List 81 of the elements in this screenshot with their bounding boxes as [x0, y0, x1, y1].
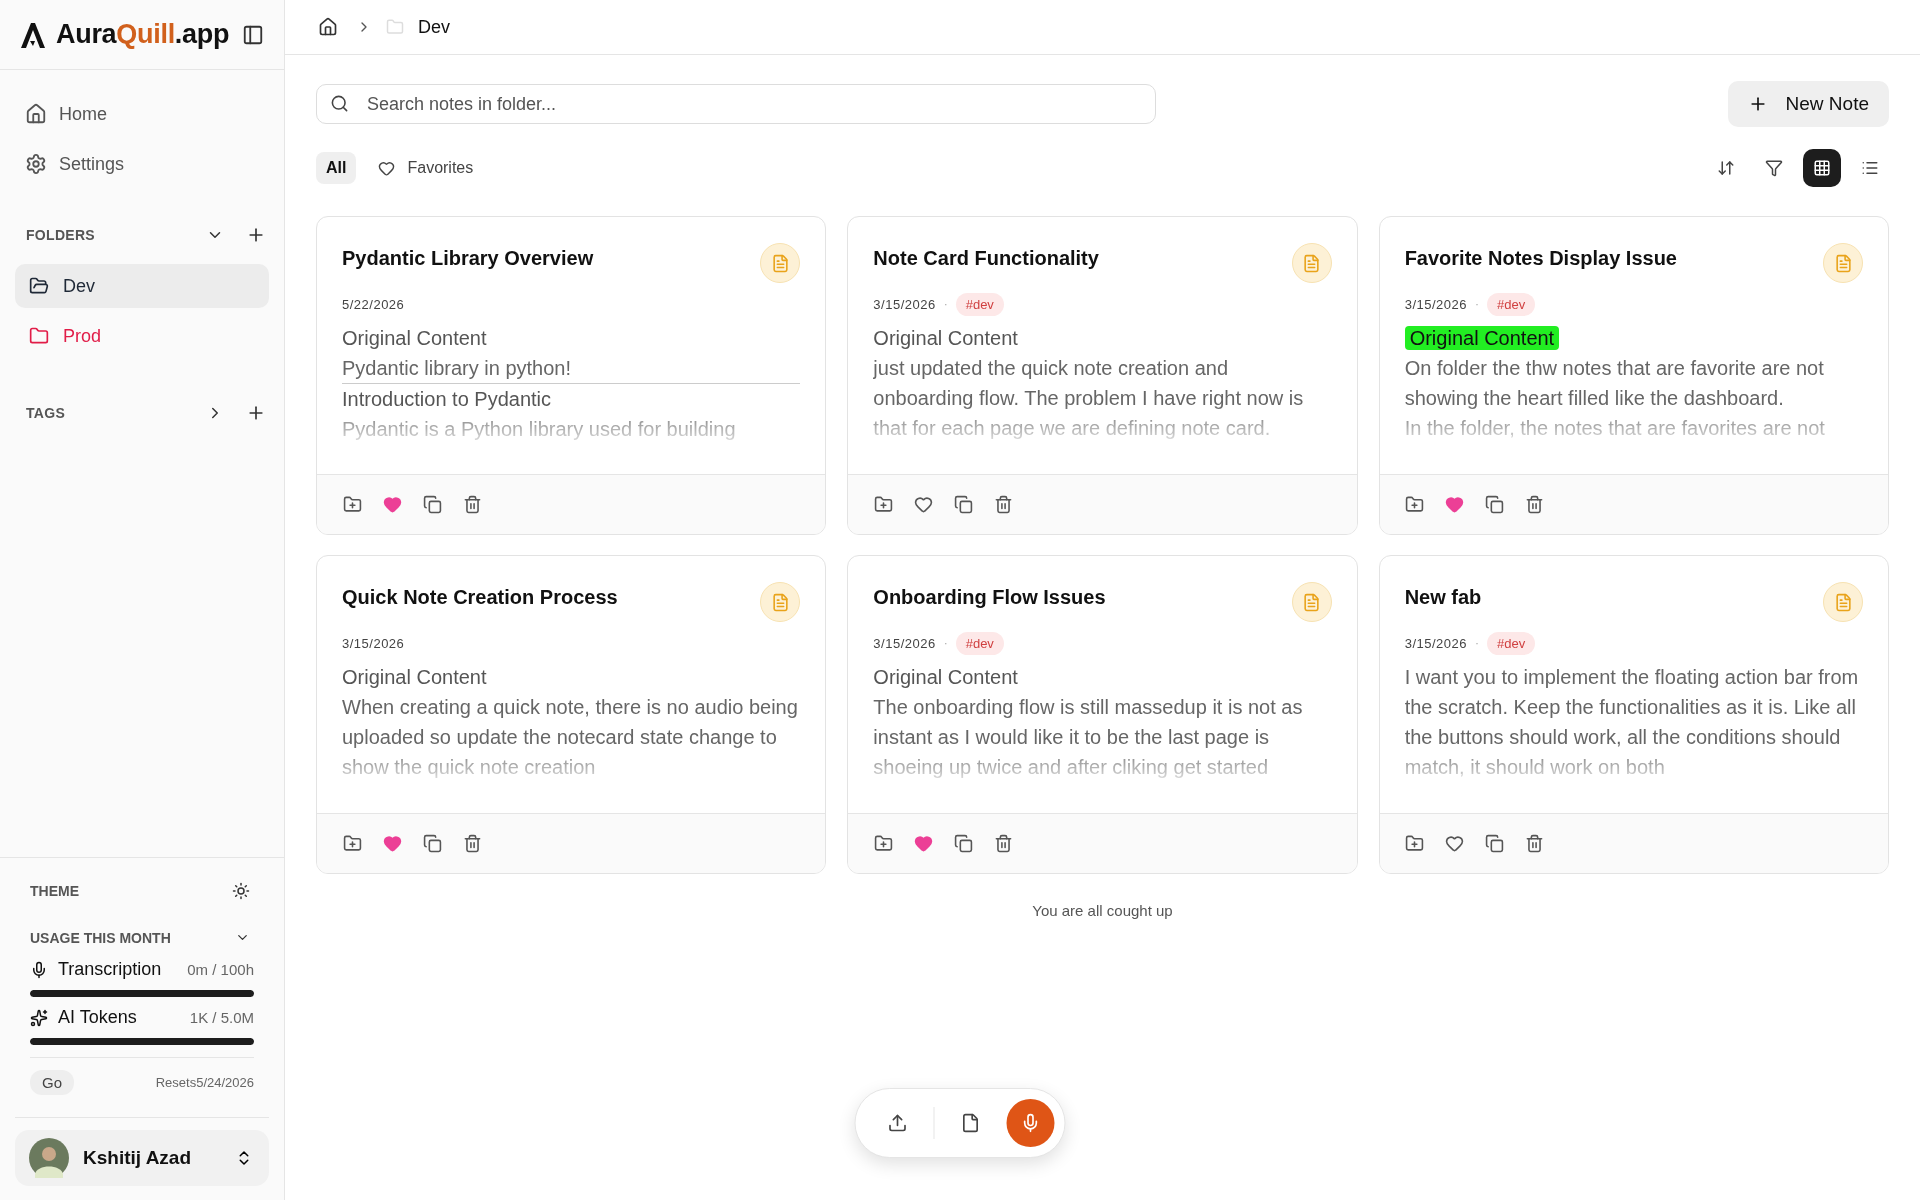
document-icon	[1823, 582, 1863, 622]
folder-icon	[29, 276, 49, 296]
note-title: New fab	[1404, 586, 1482, 609]
note-title: Note Card Functionality	[873, 247, 1099, 270]
document-icon	[760, 582, 801, 622]
content-heading: Original Content	[342, 327, 487, 349]
note-tag: #dev	[955, 631, 1004, 655]
filter-tab[interactable]: Favorites	[368, 152, 484, 184]
separator-dot: ·	[943, 297, 948, 311]
note-date: 5/22/2026	[342, 296, 405, 312]
grid-view-icon[interactable]	[1803, 149, 1841, 187]
meter-reading: 0m / 100h	[187, 961, 254, 978]
separator-dot: ·	[1475, 636, 1479, 650]
section-title: USAGE THIS MONTH	[30, 929, 171, 946]
note-excerpt: When creating a quick note, there is no audio being uploaded so update the notecard state change to show the quick note creation	[342, 695, 799, 780]
note-date: 3/15/2026	[873, 296, 936, 312]
note-title: Favorite Notes Display Issue	[1404, 247, 1677, 270]
document-icon	[760, 243, 801, 283]
meter-reading: 1K / 5.0M	[189, 1009, 254, 1026]
microphone-icon	[30, 960, 48, 979]
note-card[interactable]	[1378, 216, 1889, 535]
note-card[interactable]	[847, 555, 1358, 874]
note-title: Quick Note Creation Process	[342, 586, 618, 609]
note-excerpt: Pydantic is a Python library used for building	[342, 417, 737, 442]
meter-label: AI Tokens	[58, 1007, 138, 1028]
section-title: THEME	[30, 883, 79, 899]
filter-tab[interactable]: All	[316, 152, 357, 184]
content-heading: Original Content	[873, 666, 1018, 688]
section-title: FOLDERS	[26, 227, 95, 243]
separator-dot: ·	[943, 636, 948, 650]
document-icon	[1291, 582, 1332, 622]
note-card[interactable]: Quick Note Creation Process 3/15/2026 Original Content When creating a quick note, there is no audio being uploaded so update the notecard state change to show the quick note creation	[316, 555, 827, 874]
home-icon	[25, 103, 47, 125]
end-message: You are all cought up	[1032, 902, 1173, 919]
note-card[interactable]: Note Card Functionality 3/15/2026 · #dev Original Content just updated the quick note creation and onboarding flow. The problem I have right now is that for each page we are defining note card.	[847, 216, 1358, 535]
folder-item[interactable]: Prod	[15, 314, 269, 358]
folder-icon	[29, 326, 49, 346]
note-excerpt: On folder the thw notes that are favorite are not showing the heart filled like the dashboard.	[1404, 356, 1825, 411]
note-card[interactable]	[1378, 555, 1889, 874]
content-heading: Original Content	[1404, 326, 1560, 350]
breadcrumb-item: Dev	[418, 16, 450, 38]
section-title: TAGS	[26, 405, 66, 421]
separator-dot: ·	[1475, 297, 1479, 311]
heart-icon	[378, 159, 396, 177]
document-icon	[1291, 243, 1332, 283]
note-date: 3/15/2026	[342, 635, 405, 651]
search-icon	[330, 94, 349, 113]
new-note-button[interactable]: New Note	[1727, 81, 1889, 127]
folder-item[interactable]: Dev	[15, 264, 269, 308]
note-card[interactable]: Pydantic Library Overview 5/22/2026 Original Content Pydantic library in python! Introduction to Pydantic Pydantic is a Python library used for building	[316, 216, 827, 535]
note-tag: #dev	[1487, 292, 1536, 316]
avatar	[29, 1138, 69, 1178]
app-name: AuraQuill.app	[56, 19, 230, 50]
note-tag: #dev	[955, 292, 1004, 316]
meter-label: Transcription	[58, 959, 163, 980]
nav-link[interactable]: Home	[15, 92, 269, 136]
note-excerpt: In the folder, the notes that are favorites are not	[1404, 416, 1826, 441]
note-excerpt: I want you to implement the floating action bar from the scratch. Keep the functionalities as it is. Like all the buttons should work, all the conditions should match, it should work on both	[1404, 665, 1860, 780]
note-date: 3/15/2026	[1404, 635, 1467, 651]
reset-date: Resets5/24/2026	[155, 1075, 254, 1090]
note-title: Onboarding Flow Issues	[873, 586, 1106, 609]
search-field[interactable]: Search notes in folder...	[316, 84, 1156, 124]
note-tag: #dev	[1487, 631, 1536, 655]
note-excerpt: Pydantic library in python!	[342, 356, 572, 381]
plan-badge: Go	[30, 1070, 74, 1095]
content-heading: Original Content	[873, 327, 1018, 349]
note-date: 3/15/2026	[873, 635, 936, 651]
sparkles-icon	[30, 1008, 48, 1027]
nav-link[interactable]: Settings	[15, 142, 269, 186]
user-menu[interactable]: Kshitij Azad	[15, 1130, 269, 1186]
document-icon	[1823, 243, 1863, 283]
note-excerpt: The onboarding flow is still massedup it is not as instant as I would like it to be the last page is shoeing up twice and after cliking get started	[873, 695, 1304, 780]
settings-icon	[25, 153, 47, 175]
note-date: 3/15/2026	[1404, 296, 1467, 312]
content-heading: Original Content	[342, 666, 487, 688]
folder-icon	[386, 18, 404, 36]
content-heading: Introduction to Pydantic	[342, 388, 551, 410]
microphone-button[interactable]	[1006, 1099, 1055, 1147]
logo-icon	[18, 20, 48, 49]
note-title: Pydantic Library Overview	[342, 247, 594, 270]
note-excerpt: just updated the quick note creation and onboarding flow. The problem I have right now is that for each page we are defining note card.	[873, 356, 1305, 441]
